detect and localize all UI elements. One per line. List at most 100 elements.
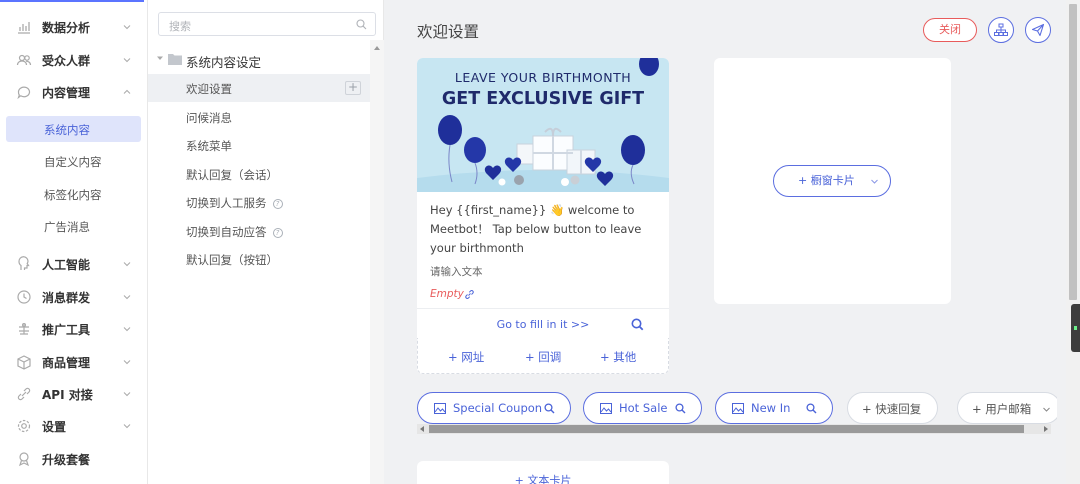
close-button[interactable]: 关闭 — [923, 18, 977, 42]
divider — [417, 308, 669, 309]
sub-item-tagged-content[interactable]: 标签化内容 — [6, 181, 141, 207]
scroll-up-arrow-icon[interactable] — [374, 46, 380, 50]
nav-label: 设置 — [42, 420, 67, 434]
flow-structure-button[interactable] — [988, 17, 1014, 43]
nav-item-promotion[interactable]: 推广工具 — [0, 313, 148, 345]
help-icon[interactable]: ? — [272, 199, 283, 209]
content-tree-panel: 搜索 系统内容设定 欢迎设置 + 问候消息 系统菜单 默认回复（会话） 切换到人… — [148, 0, 384, 484]
ai-icon — [18, 256, 30, 270]
nav-item-content-management[interactable]: 内容管理 — [0, 76, 148, 108]
search-icon[interactable] — [806, 403, 817, 414]
chevron-down-icon — [123, 262, 131, 267]
nav-item-broadcast[interactable]: 消息群发 — [0, 281, 148, 313]
send-button[interactable] — [1025, 17, 1051, 43]
folder-icon — [168, 54, 182, 65]
image-icon — [434, 403, 446, 414]
sitemap-icon — [994, 23, 1008, 36]
nav-item-settings[interactable]: 设置 — [0, 410, 148, 442]
showcase-card-placeholder: + 橱窗卡片 — [714, 58, 951, 304]
text-input-field[interactable]: 请输入文本 — [430, 264, 483, 279]
chevron-down-icon — [123, 25, 131, 30]
add-icon[interactable]: + — [345, 81, 361, 95]
promo-icon — [19, 323, 29, 335]
chevron-down-icon — [871, 179, 878, 184]
quick-replies-scrollbar[interactable] — [417, 424, 1051, 434]
chart-icon — [18, 22, 30, 34]
add-quick-reply-label: + 快速回复 — [862, 402, 922, 416]
card-banner-image[interactable]: LEAVE YOUR BIRTHMONTH GET EXCLUSIVE GIFT — [417, 58, 669, 192]
welcome-message-card[interactable]: LEAVE YOUR BIRTHMONTH GET EXCLUSIVE GIFT… — [417, 58, 669, 374]
nav-label: 受众人群 — [42, 54, 91, 68]
user-email-button[interactable]: + 用户邮箱 — [957, 392, 1057, 424]
sub-item-label: 广告消息 — [44, 220, 90, 234]
sub-item-label: 系统内容 — [44, 123, 90, 137]
image-icon — [600, 403, 612, 414]
nav-item-audience[interactable]: 受众人群 — [0, 44, 148, 76]
nav-label: API 对接 — [42, 388, 93, 402]
tree-item-default-reply-session[interactable]: 默认回复（会话） — [148, 160, 370, 188]
fill-in-link[interactable]: Go to fill in it >> — [417, 314, 669, 336]
message-text[interactable]: Hey {{first_name}} 👋 welcome to Meetbot！… — [430, 201, 660, 258]
search-input[interactable]: 搜索 — [158, 12, 376, 36]
nav-label: 数据分析 — [42, 21, 91, 35]
tree-item-label: 默认回复（按钮） — [186, 253, 278, 267]
add-text-card-button[interactable]: + 文本卡片 — [417, 461, 669, 484]
search-icon — [356, 19, 367, 30]
nav-item-api[interactable]: API 对接 — [0, 378, 148, 410]
search-icon[interactable] — [544, 403, 555, 414]
tree-item-greeting[interactable]: 问候消息 — [148, 103, 370, 131]
fill-in-label: Go to fill in it >> — [496, 318, 590, 331]
nav-label: 消息群发 — [42, 291, 91, 305]
top-accent-line — [0, 0, 144, 2]
scroll-right-arrow-icon[interactable] — [1044, 426, 1048, 432]
sub-item-system-content[interactable]: 系统内容 — [6, 116, 141, 142]
scroll-thumb[interactable] — [1069, 4, 1077, 300]
side-drawer-tab[interactable] — [1071, 304, 1080, 352]
tree-item-label: 系统菜单 — [186, 139, 232, 153]
add-quick-reply-button[interactable]: + 快速回复 — [847, 392, 938, 424]
sub-item-custom-content[interactable]: 自定义内容 — [6, 148, 141, 174]
banner-title: GET EXCLUSIVE GIFT — [441, 89, 645, 109]
user-email-label: + 用户邮箱 — [972, 402, 1032, 416]
nav-item-ai[interactable]: 人工智能 — [0, 248, 148, 280]
tree-item-welcome[interactable]: 欢迎设置 + — [148, 74, 370, 102]
users-icon — [16, 54, 32, 66]
chevron-down-icon — [123, 360, 131, 365]
sub-item-ad-message[interactable]: 广告消息 — [6, 213, 141, 239]
help-icon[interactable]: ? — [272, 228, 283, 238]
tree-item-human-service[interactable]: 切换到人工服务? — [148, 188, 370, 216]
page-title: 欢迎设置 — [417, 23, 480, 41]
add-showcase-card-button[interactable]: + 橱窗卡片 — [773, 165, 891, 197]
quick-replies-row: Special Coupon Hot Sale New In + 快速回复 + … — [417, 392, 1057, 424]
tree-item-label: 切换到自动应答 — [186, 225, 267, 239]
status-indicator — [1074, 326, 1077, 330]
search-icon[interactable] — [631, 318, 644, 331]
add-url-button[interactable]: + 网址 — [448, 349, 484, 365]
chevron-down-icon — [123, 392, 131, 397]
quick-reply-label: Hot Sale — [619, 401, 668, 415]
chevron-down-icon — [123, 58, 131, 63]
quick-reply-chip[interactable]: Special Coupon — [417, 392, 571, 424]
quick-reply-chip[interactable]: New In — [715, 392, 833, 424]
search-placeholder: 搜索 — [169, 20, 191, 33]
tree-item-label: 欢迎设置 — [186, 82, 232, 96]
nav-item-upgrade[interactable]: 升级套餐 — [0, 443, 148, 475]
scroll-left-arrow-icon[interactable] — [420, 426, 424, 432]
search-icon[interactable] — [675, 403, 686, 414]
tree-item-system-menu[interactable]: 系统菜单 — [148, 131, 370, 159]
page-scrollbar[interactable] — [1066, 0, 1080, 484]
tree-item-default-reply-button[interactable]: 默认回复（按钮） — [148, 245, 370, 273]
add-callback-button[interactable]: + 回调 — [525, 349, 561, 365]
tree-scrollbar[interactable] — [370, 40, 384, 484]
tree-item-auto-reply[interactable]: 切换到自动应答? — [148, 217, 370, 245]
add-other-button[interactable]: + 其他 — [600, 349, 636, 365]
empty-link-status[interactable]: Empty — [430, 288, 474, 300]
quick-reply-chip[interactable]: Hot Sale — [583, 392, 702, 424]
send-icon — [1031, 23, 1045, 37]
scroll-thumb[interactable] — [429, 425, 1024, 433]
nav-item-data-analysis[interactable]: 数据分析 — [0, 11, 148, 43]
nav-item-products[interactable]: 商品管理 — [0, 346, 148, 378]
chat-icon — [17, 86, 31, 100]
image-icon — [732, 403, 744, 414]
api-icon — [17, 387, 31, 401]
